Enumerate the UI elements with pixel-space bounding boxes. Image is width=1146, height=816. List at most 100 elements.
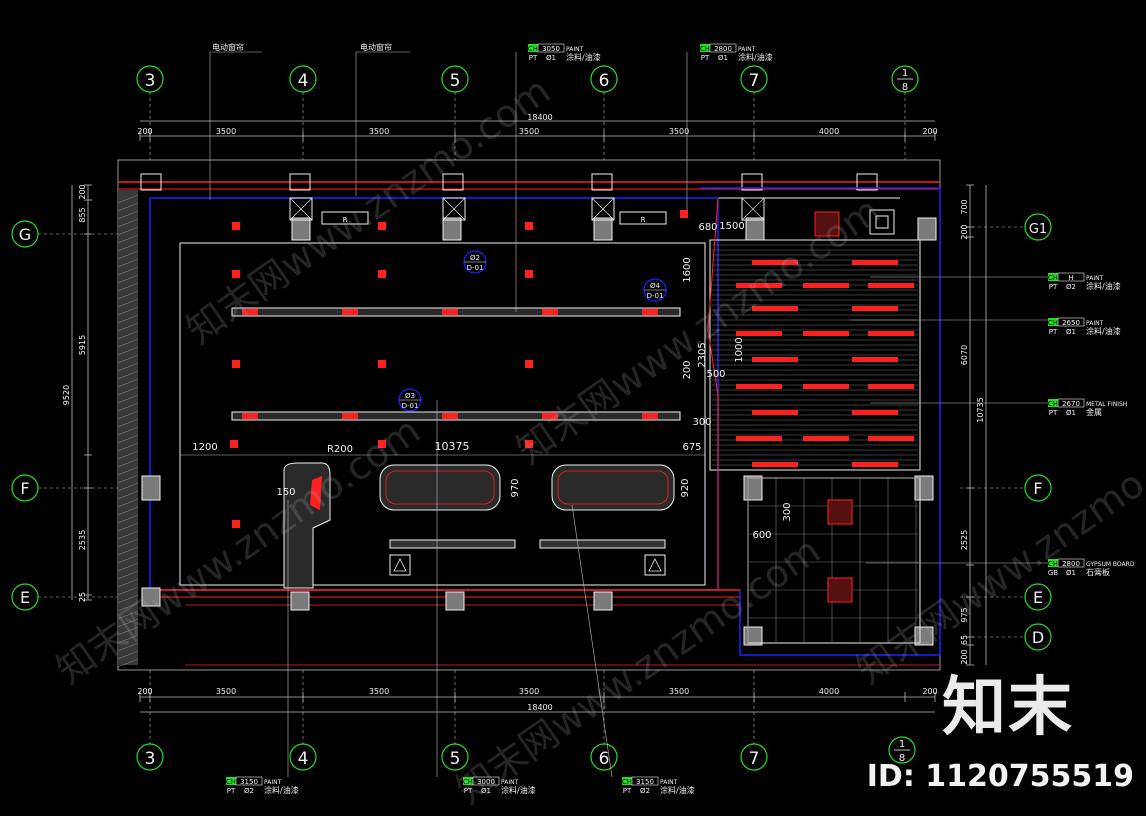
light-fixture bbox=[230, 440, 238, 448]
dimension-label-bottom: 200 bbox=[137, 687, 152, 696]
material-tag-value: 2650 bbox=[1062, 319, 1080, 327]
interior-dimension-label: 1500 bbox=[719, 221, 744, 232]
material-tag: CH 3150 PT Ø2 PAINT涂料/油漆 bbox=[622, 776, 695, 795]
dimension-label-left: 2535 bbox=[78, 530, 87, 550]
material-tag-en: PAINT bbox=[501, 779, 519, 786]
red-light-bar bbox=[736, 283, 782, 288]
material-tag: CH 2670 PT Ø1 METAL FINISH金属 bbox=[1048, 398, 1127, 417]
dimension-label-right: 975 bbox=[960, 607, 969, 622]
dimension-label-bottom: 3500 bbox=[369, 687, 389, 696]
wall-line bbox=[149, 197, 719, 591]
material-tag-value: H bbox=[1068, 274, 1073, 282]
material-tag-pt: PT bbox=[227, 787, 236, 795]
interior-dimension-label: 200 bbox=[682, 360, 693, 379]
light-fixture bbox=[378, 440, 386, 448]
grid-label-right: G1 bbox=[1029, 222, 1047, 237]
interior-dimension-label: 970 bbox=[510, 478, 521, 497]
material-tag-value: 3150 bbox=[240, 778, 258, 786]
grid-label-top: 1 bbox=[902, 68, 908, 79]
red-light-bar bbox=[852, 306, 898, 311]
dimension-label-left: 25 bbox=[78, 592, 87, 602]
grid-label-top: 8 bbox=[902, 82, 908, 93]
red-light-bar bbox=[868, 436, 914, 441]
material-tag-pt-value: Ø2 bbox=[244, 787, 254, 795]
material-tag-value: 2670 bbox=[1062, 400, 1080, 408]
triangle-box bbox=[389, 554, 411, 576]
dimension-label-top: 3500 bbox=[369, 127, 389, 136]
dimension-label-top: 3500 bbox=[669, 127, 689, 136]
dimension-label-bottom: 3500 bbox=[669, 687, 689, 696]
red-vent bbox=[814, 211, 840, 237]
interior-dimension-label: R200 bbox=[327, 444, 353, 455]
grid-label-bottom: 4 bbox=[298, 749, 309, 769]
exhaust-fan bbox=[875, 215, 889, 229]
dimension-label-bottom: 3500 bbox=[216, 687, 236, 696]
section-mark-label: D-01 bbox=[402, 402, 419, 410]
material-tag-ch: CH bbox=[622, 778, 632, 786]
material-tag-pt: GB bbox=[1048, 569, 1058, 577]
material-tag-ch: CH bbox=[528, 45, 538, 53]
air-vent-label: R bbox=[343, 216, 348, 224]
material-tag-pt-value: Ø2 bbox=[640, 787, 650, 795]
grid-label-left: F bbox=[20, 479, 29, 498]
red-light-bar bbox=[803, 331, 849, 336]
material-tag-ch: CH bbox=[1048, 400, 1058, 408]
interior-dimension-label: 920 bbox=[680, 478, 691, 497]
light-fixture bbox=[378, 270, 386, 278]
interior-dimension-label: 1200 bbox=[192, 442, 217, 453]
red-vent bbox=[827, 499, 853, 525]
material-tag-cn: 涂料/油漆 bbox=[501, 785, 536, 795]
material-tag-ch: CH bbox=[1048, 274, 1058, 282]
light-fixture bbox=[525, 270, 533, 278]
material-tag-cn: 涂料/油漆 bbox=[264, 785, 299, 795]
column bbox=[745, 217, 765, 241]
material-tag-pt-value: Ø2 bbox=[1066, 283, 1076, 291]
interior-dimension-label: 300 bbox=[692, 417, 711, 428]
red-light-bar bbox=[736, 384, 782, 389]
material-tag: CH 3050 PT Ø1 PAINT涂料/油漆 bbox=[528, 43, 601, 62]
column bbox=[445, 591, 465, 611]
grid-label-left: E bbox=[20, 588, 30, 607]
material-tag-cn: 涂料/油漆 bbox=[566, 52, 601, 62]
interior-dimension-label: 680 bbox=[698, 222, 717, 233]
dimension-label-left: 5915 bbox=[78, 335, 87, 355]
red-light-bar bbox=[752, 462, 798, 467]
material-tag-pt-value: Ø1 bbox=[1066, 328, 1076, 336]
interior-dimension-label: 2305 bbox=[697, 342, 708, 367]
light-fixture bbox=[680, 210, 688, 218]
section-mark-label: Ø3 bbox=[405, 392, 415, 400]
material-tag-value: 2800 bbox=[714, 45, 732, 53]
material-tag-en: PAINT bbox=[1086, 320, 1104, 327]
interior-dimension-label: 675 bbox=[682, 442, 701, 453]
column bbox=[743, 475, 763, 501]
grid-label-right: E bbox=[1033, 588, 1043, 607]
material-tag-pt-value: Ø1 bbox=[481, 787, 491, 795]
dimension-label-right: 65 bbox=[960, 635, 969, 645]
section-mark-label: D-01 bbox=[467, 264, 484, 272]
red-light-bar bbox=[803, 384, 849, 389]
material-tag-cn: 金属 bbox=[1086, 407, 1102, 417]
grid-label-top: 3 bbox=[145, 71, 156, 91]
interior-dimension-label: 500 bbox=[706, 369, 725, 380]
section-mark-label: Ø4 bbox=[650, 282, 661, 290]
curtain-note: 电动窗帘 bbox=[360, 42, 392, 52]
column bbox=[917, 217, 937, 241]
material-tag-en: PAINT bbox=[660, 779, 678, 786]
light-fixture bbox=[232, 270, 240, 278]
material-tag-pt: PT bbox=[1049, 328, 1058, 336]
triangle-box bbox=[644, 554, 666, 576]
material-tag-value: 3000 bbox=[477, 778, 495, 786]
grid-label-top: 5 bbox=[450, 71, 461, 91]
light-fixture bbox=[442, 309, 458, 315]
interior-dimension-label: 1600 bbox=[682, 257, 693, 282]
dimension-label-top: 200 bbox=[922, 127, 937, 136]
red-light-bar bbox=[868, 384, 914, 389]
grid-label-bottom: 6 bbox=[599, 749, 610, 769]
grid-label-top: 7 bbox=[749, 71, 760, 91]
red-light-bar bbox=[852, 260, 898, 265]
red-light-bar bbox=[736, 331, 782, 336]
column bbox=[290, 591, 310, 611]
material-tag-en: METAL FINISH bbox=[1086, 401, 1127, 408]
red-light-bar bbox=[752, 306, 798, 311]
id-label: ID: 1120755519 bbox=[866, 759, 1134, 794]
